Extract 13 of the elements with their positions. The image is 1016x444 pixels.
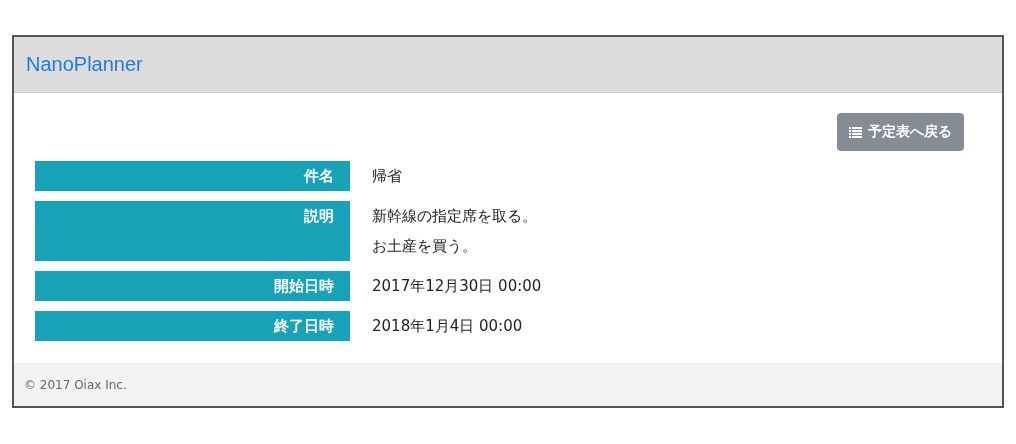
field-label: 件名 bbox=[35, 161, 350, 191]
list-icon bbox=[849, 126, 862, 138]
brand-link[interactable]: NanoPlanner bbox=[26, 53, 143, 76]
field-value: 帰省 bbox=[372, 166, 402, 187]
field-value: 新幹線の指定席を取る。 bbox=[372, 206, 537, 227]
field-value: 2017年12月30日 00:00 bbox=[372, 276, 542, 297]
field-label: 終了日時 bbox=[35, 311, 350, 341]
copyright-text: © 2017 Oiax Inc. bbox=[24, 377, 127, 392]
field-value: 2018年1月4日 00:00 bbox=[372, 316, 523, 337]
back-to-schedule-button[interactable]: 予定表へ戻る bbox=[837, 113, 964, 151]
field-label: 開始日時 bbox=[35, 271, 350, 301]
field-value: お土産を買う。 bbox=[372, 236, 478, 257]
field-label: 説明 bbox=[35, 201, 350, 261]
